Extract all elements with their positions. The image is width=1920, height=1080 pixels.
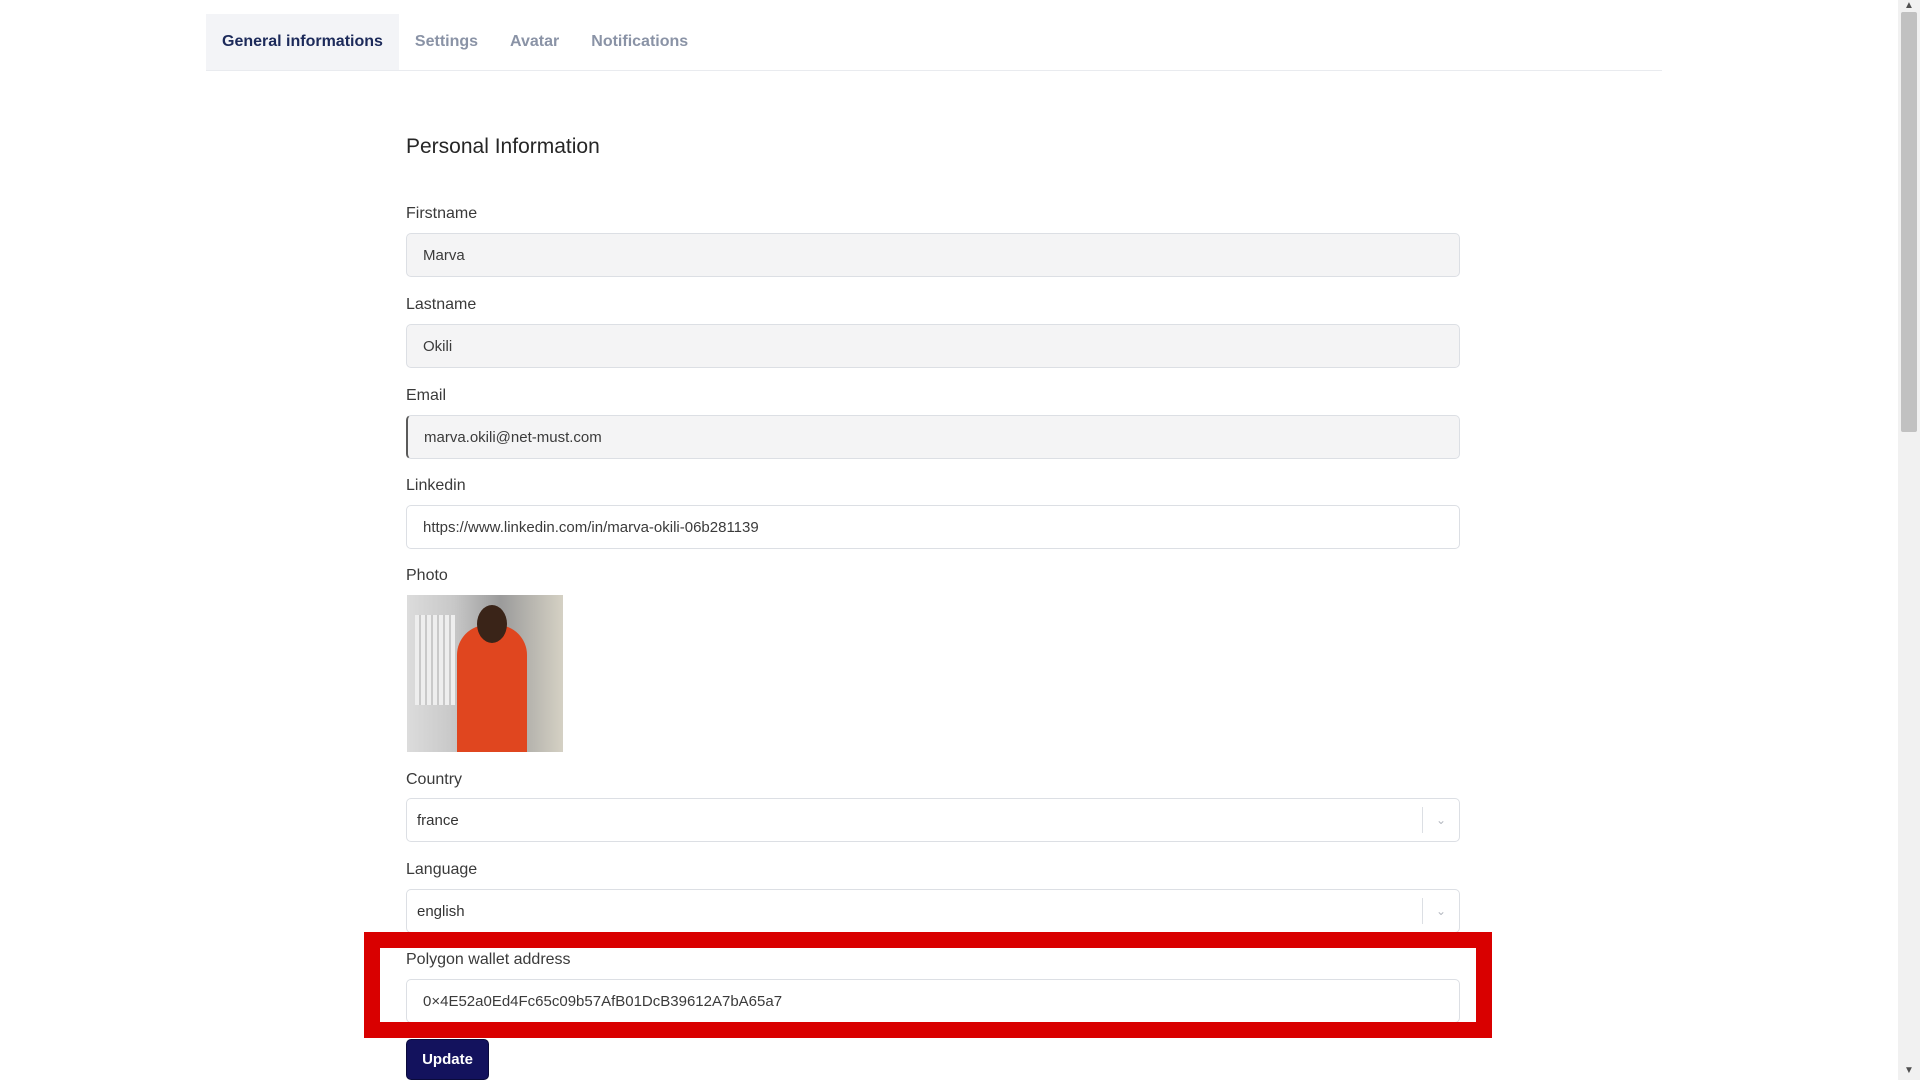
photo-person	[457, 625, 527, 752]
country-label: Country	[406, 771, 463, 788]
firstname-field[interactable]	[406, 233, 1460, 277]
highlight-box	[364, 932, 1492, 1038]
photo-head	[477, 605, 507, 643]
chevron-down-icon[interactable]: ⌄	[1423, 813, 1459, 827]
section-title: Personal Information	[406, 135, 600, 158]
firstname-label: Firstname	[406, 205, 478, 222]
chevron-down-icon[interactable]: ⌄	[1423, 904, 1459, 918]
tab-general-informations[interactable]: General informations	[206, 14, 399, 70]
update-button[interactable]: Update	[407, 1040, 488, 1079]
linkedin-field[interactable]	[406, 505, 1460, 549]
lastname-label: Lastname	[406, 296, 477, 313]
scroll-up-icon[interactable]: ▲	[1903, 1, 1915, 11]
tab-avatar[interactable]: Avatar	[494, 14, 575, 70]
country-select[interactable]: france ⌄	[406, 798, 1460, 842]
email-label: Email	[406, 387, 447, 404]
scrollbar[interactable]: ▲ ▼	[1898, 0, 1920, 1080]
country-value: france	[417, 811, 459, 829]
language-select[interactable]: english ⌄	[406, 889, 1460, 933]
scroll-down-icon[interactable]: ▼	[1903, 1066, 1915, 1076]
profile-photo[interactable]	[407, 595, 563, 752]
photo-label: Photo	[406, 567, 448, 584]
photo-background	[415, 615, 455, 705]
tab-settings[interactable]: Settings	[399, 14, 494, 70]
tab-bar: General informations Settings Avatar Not…	[206, 14, 1662, 71]
linkedin-label: Linkedin	[406, 477, 466, 494]
language-label: Language	[406, 861, 478, 878]
email-field[interactable]	[406, 415, 1460, 459]
scroll-thumb[interactable]	[1901, 12, 1917, 432]
language-value: english	[417, 902, 465, 920]
lastname-field[interactable]	[406, 324, 1460, 368]
tab-notifications[interactable]: Notifications	[575, 14, 704, 70]
